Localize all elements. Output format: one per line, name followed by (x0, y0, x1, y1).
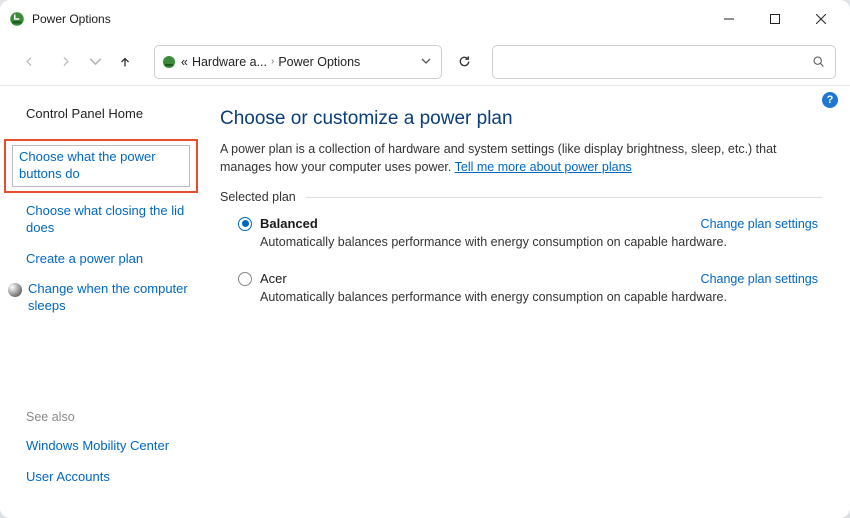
plan-name[interactable]: Acer (260, 271, 287, 286)
address-bar[interactable]: « Hardware a... › Power Options (154, 45, 442, 79)
maximize-button[interactable] (752, 3, 798, 35)
control-panel-icon (161, 54, 177, 70)
shield-icon (8, 283, 22, 297)
chevron-right-icon: › (271, 56, 274, 67)
search-input[interactable] (492, 45, 836, 79)
page-description: A power plan is a collection of hardware… (220, 140, 822, 176)
close-button[interactable] (798, 3, 844, 35)
sidebar-link-user-accounts[interactable]: User Accounts (26, 469, 190, 486)
learn-more-link[interactable]: Tell me more about power plans (455, 160, 632, 174)
window-title: Power Options (32, 12, 706, 26)
sidebar: Control Panel Home Choose what the power… (0, 86, 204, 518)
search-icon (812, 55, 825, 68)
plan-balanced: Balanced Change plan settings Automatica… (220, 216, 822, 253)
radio-acer[interactable] (238, 272, 252, 286)
plan-description: Automatically balances performance with … (260, 290, 818, 304)
control-panel-home-link[interactable]: Control Panel Home (26, 106, 190, 121)
power-options-icon (8, 10, 26, 28)
selected-plan-section: Selected plan (220, 190, 822, 204)
help-icon[interactable]: ? (822, 92, 838, 108)
main-panel: Choose or customize a power plan A power… (204, 86, 850, 518)
plan-acer: Acer Change plan settings Automatically … (220, 271, 822, 308)
plan-name[interactable]: Balanced (260, 216, 318, 231)
change-plan-settings-link[interactable]: Change plan settings (701, 272, 818, 286)
sidebar-link-mobility-center[interactable]: Windows Mobility Center (26, 438, 190, 455)
address-dropdown-button[interactable] (417, 54, 435, 69)
breadcrumb-pre: « (181, 55, 188, 69)
forward-button[interactable] (50, 47, 80, 77)
divider (306, 197, 822, 198)
sidebar-link-choose-lid[interactable]: Choose what closing the lid does (26, 203, 190, 237)
breadcrumb-part1[interactable]: Hardware a... (192, 55, 267, 69)
radio-balanced[interactable] (238, 217, 252, 231)
back-button[interactable] (14, 47, 44, 77)
nav-toolbar: « Hardware a... › Power Options (0, 38, 850, 86)
sidebar-link-create-plan[interactable]: Create a power plan (26, 251, 190, 268)
titlebar: Power Options (0, 0, 850, 38)
power-options-window: Power Options (0, 0, 850, 518)
window-controls (706, 3, 844, 35)
page-heading: Choose or customize a power plan (220, 108, 822, 130)
plan-description: Automatically balances performance with … (260, 235, 818, 249)
content-area: ? Control Panel Home Choose what the pow… (0, 86, 850, 518)
sidebar-link-change-sleep[interactable]: Change when the computer sleeps (8, 281, 190, 315)
sidebar-link-choose-power-buttons[interactable]: Choose what the power buttons do (4, 139, 198, 193)
recent-dropdown-button[interactable] (86, 47, 104, 77)
minimize-button[interactable] (706, 3, 752, 35)
up-button[interactable] (110, 47, 140, 77)
change-plan-settings-link[interactable]: Change plan settings (701, 217, 818, 231)
see-also-label: See also (26, 410, 190, 424)
refresh-button[interactable] (448, 46, 480, 78)
breadcrumb-part2[interactable]: Power Options (278, 55, 360, 69)
